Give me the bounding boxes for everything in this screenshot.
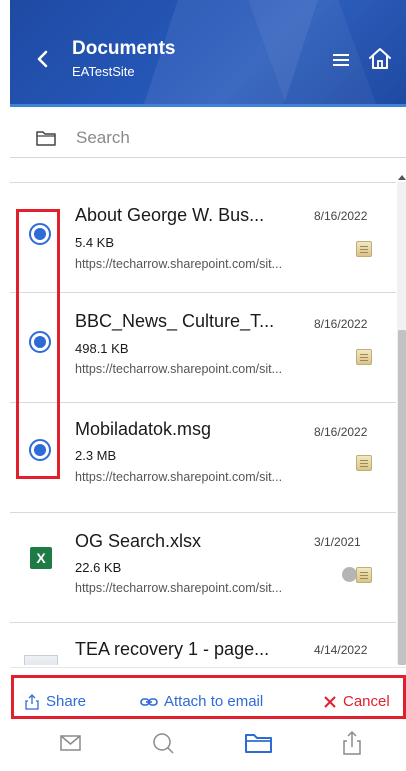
nav-documents[interactable] — [238, 724, 278, 764]
document-icon — [356, 241, 372, 257]
file-size: 498.1 KB — [75, 341, 129, 356]
file-name: OG Search.xlsx — [75, 531, 202, 551]
selection-highlight — [16, 209, 60, 479]
search-input[interactable]: Search — [76, 128, 130, 148]
chevron-left-icon — [37, 50, 48, 68]
excel-icon: X — [30, 547, 52, 569]
folder-icon — [245, 734, 272, 753]
file-row[interactable]: X OG Search.xlsx 22.6 KB https://techarr… — [10, 512, 396, 622]
site-name: EATestSite — [72, 64, 135, 79]
file-size: 5.4 KB — [75, 235, 115, 250]
file-name: Mobiladatok.msg — [75, 419, 212, 439]
back-button[interactable] — [32, 44, 54, 74]
page-title: Documents — [72, 38, 176, 59]
folder-icon — [36, 131, 56, 146]
file-date: 8/16/2022 — [314, 425, 368, 439]
menu-button[interactable] — [330, 50, 352, 70]
file-name: About George W. Bus... — [75, 205, 265, 225]
document-icon — [356, 455, 372, 471]
home-button[interactable] — [366, 44, 394, 72]
bottom-navigation — [10, 724, 406, 771]
file-date: 3/1/2021 — [314, 535, 361, 549]
document-icon — [356, 349, 372, 365]
scroll-up-arrow[interactable] — [398, 175, 406, 180]
file-size: 22.6 KB — [75, 560, 122, 575]
mail-icon — [60, 735, 81, 751]
file-row[interactable]: Mobiladatok.msg 2.3 MB https://techarrow… — [10, 402, 396, 512]
search-icon — [153, 733, 174, 754]
search-bar[interactable]: Search — [10, 118, 406, 158]
file-url: https://techarrow.sharepoint.com/sit... — [75, 257, 283, 271]
app-header: Documents EATestSite — [10, 0, 406, 107]
file-name: BBC_News_ Culture_T... — [75, 311, 275, 331]
scrollbar-thumb[interactable] — [398, 330, 406, 665]
file-list: About George W. Bus... 5.4 KB https://te… — [10, 182, 396, 665]
share-icon — [343, 730, 361, 755]
action-bar-highlight — [11, 675, 406, 719]
nav-search[interactable] — [143, 724, 183, 764]
file-row[interactable]: TEA recovery 1 - page... 4/14/2022 — [10, 622, 396, 665]
file-url: https://techarrow.sharepoint.com/sit... — [75, 581, 283, 595]
file-date: 4/14/2022 — [314, 643, 368, 657]
file-date: 8/16/2022 — [314, 209, 368, 223]
document-icon — [356, 567, 372, 583]
file-url: https://techarrow.sharepoint.com/sit... — [75, 470, 283, 484]
image-thumbnail — [24, 655, 58, 665]
status-dot — [342, 567, 357, 582]
hamburger-icon — [333, 54, 349, 66]
nav-mail[interactable] — [50, 724, 90, 764]
nav-share[interactable] — [332, 724, 372, 764]
home-icon — [369, 48, 391, 69]
file-date: 8/16/2022 — [314, 317, 368, 331]
file-size: 2.3 MB — [75, 448, 117, 463]
file-name: TEA recovery 1 - page... — [75, 639, 270, 659]
header-accent-line — [10, 104, 406, 107]
file-row[interactable]: BBC_News_ Culture_T... 498.1 KB https://… — [10, 292, 396, 402]
file-url: https://techarrow.sharepoint.com/sit... — [75, 362, 283, 376]
file-row[interactable]: About George W. Bus... 5.4 KB https://te… — [10, 182, 396, 292]
